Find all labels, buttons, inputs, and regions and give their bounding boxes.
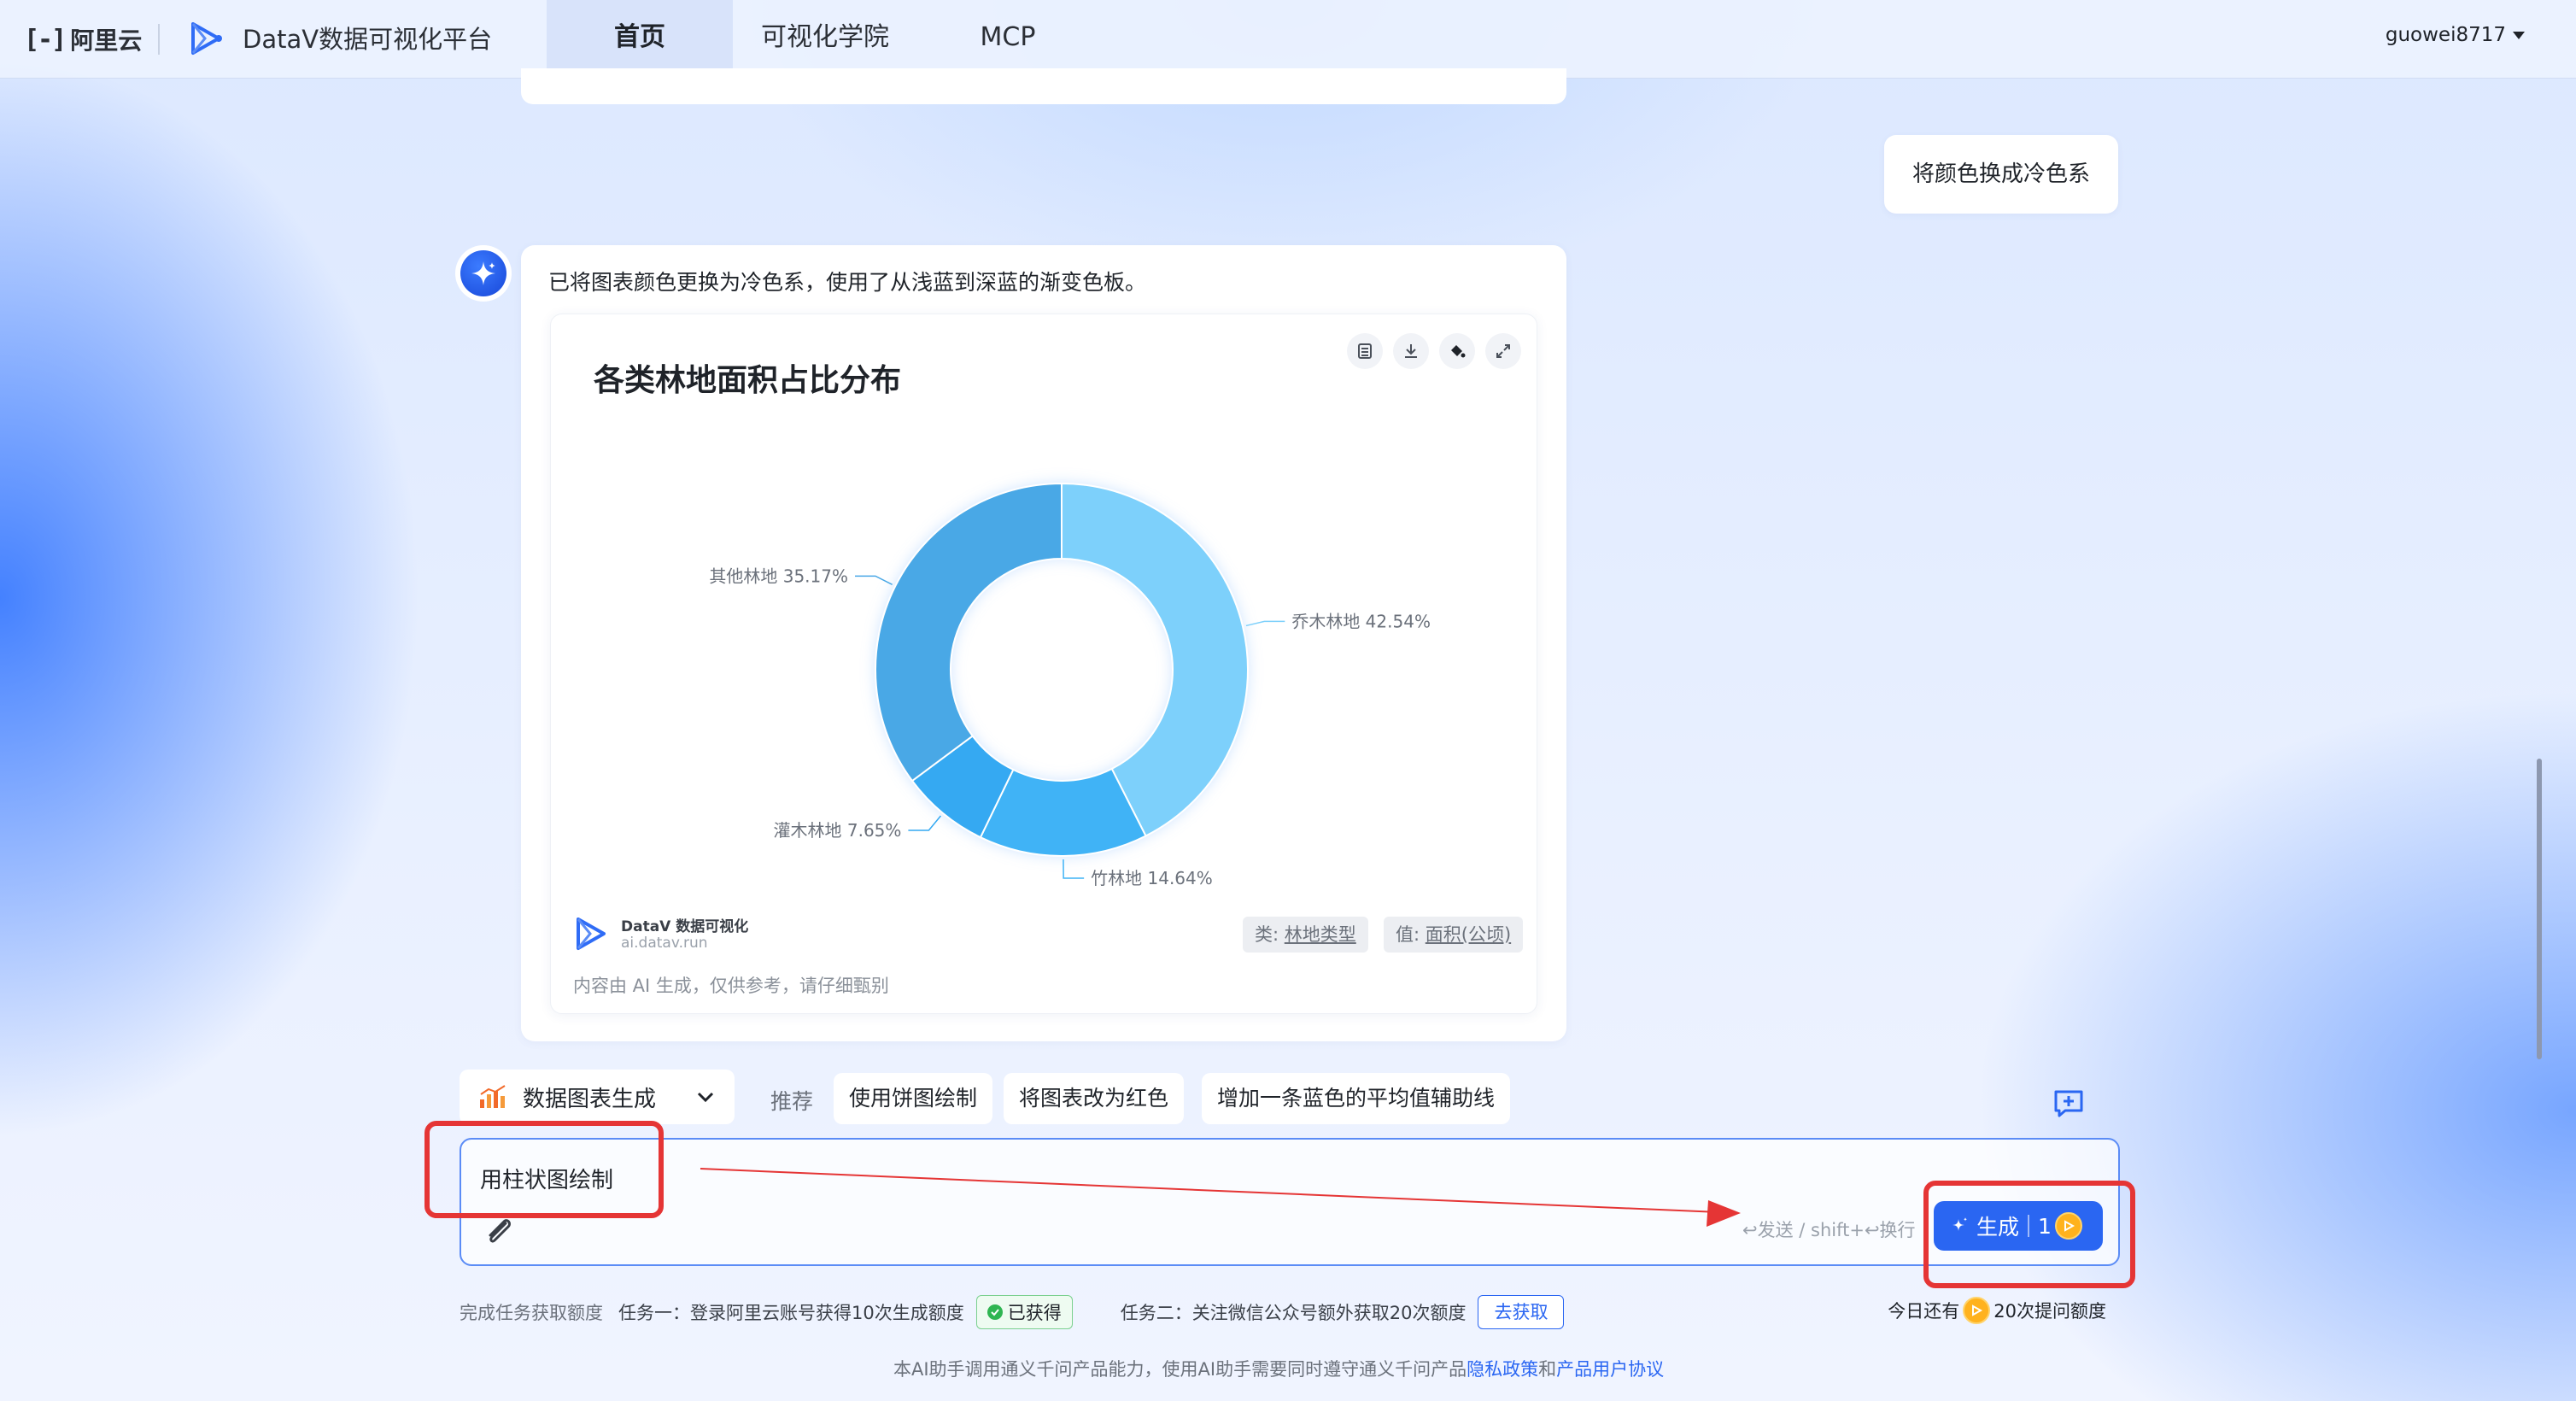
check-circle-icon xyxy=(986,1304,1003,1320)
task-one: 任务一：登录阿里云账号获得10次生成额度 xyxy=(618,1303,964,1323)
footer-note: 本AI助手调用通义千问产品能力，使用AI助手需要同时遵守通义千问产品隐私政策和产… xyxy=(893,1356,1664,1381)
coin-icon xyxy=(1963,1297,1991,1324)
task-one-status: 已获得 xyxy=(1007,1303,1062,1323)
privacy-policy-link[interactable]: 隐私政策 xyxy=(1467,1359,1538,1380)
user-agreement-link[interactable]: 产品用户协议 xyxy=(1556,1359,1664,1380)
quota-prefix: 今日还有 xyxy=(1888,1301,1960,1322)
task-one-status-badge: 已获得 xyxy=(975,1295,1073,1329)
task-two-get-button[interactable]: 去获取 xyxy=(1478,1295,1565,1329)
footer-and: 和 xyxy=(1538,1359,1557,1380)
task-row: 完成任务获取额度 任务一：登录阿里云账号获得10次生成额度 已获得 任务二：关注… xyxy=(460,1295,1565,1329)
footer-text: 本AI助手调用通义千问产品能力，使用AI助手需要同时遵守通义千问产品 xyxy=(893,1359,1467,1380)
quota-suffix: 20次提问额度 xyxy=(1993,1301,2106,1322)
annotation-arrow xyxy=(700,1168,1741,1227)
task-intro: 完成任务获取额度 xyxy=(460,1303,603,1323)
scrollbar[interactable] xyxy=(2537,759,2542,1059)
task-two: 任务二：关注微信公众号额外获取20次额度 xyxy=(1120,1303,1467,1323)
quota-info: 今日还有 20次提问额度 xyxy=(1888,1295,2106,1326)
